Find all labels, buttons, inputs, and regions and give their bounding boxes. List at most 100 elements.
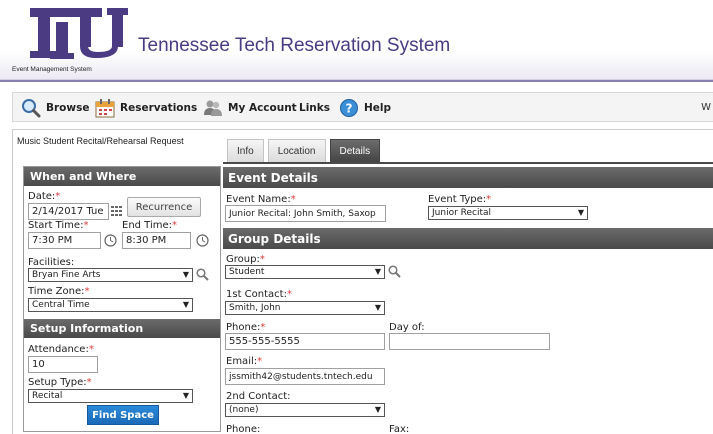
- tab-details[interactable]: Details: [329, 139, 381, 162]
- main-nav: Browse Reservations My Account Links ? H…: [12, 92, 713, 122]
- tab-info[interactable]: Info: [227, 139, 264, 162]
- site-title: Tennessee Tech Reservation System: [138, 35, 451, 56]
- required-marker: *: [83, 220, 89, 231]
- facilities-search-icon[interactable]: [196, 268, 209, 281]
- facilities-value: Bryan Fine Arts: [32, 270, 101, 280]
- required-marker: *: [86, 377, 92, 388]
- setup-info-heading: Setup Information: [24, 319, 220, 338]
- nav-reservations[interactable]: Reservations: [95, 97, 197, 119]
- timezone-label: Time Zone:*: [28, 286, 89, 297]
- request-name: Music Student Recital/Rehearsal Request: [17, 136, 184, 146]
- app-header: Event Management System Tennessee Tech R…: [0, 0, 713, 80]
- email-label: Email:*: [226, 356, 262, 367]
- attendance-label: Attendance:*: [28, 344, 94, 355]
- attendance-field[interactable]: 10: [28, 356, 98, 373]
- required-marker: *: [172, 220, 178, 231]
- date-label-text: Date:: [28, 191, 56, 202]
- timezone-select[interactable]: Central Time ▼: [28, 298, 193, 312]
- end-time-label-text: End Time:: [122, 220, 173, 231]
- nav-cut-text: W: [701, 102, 711, 113]
- email-field[interactable]: jssmith42@students.tntech.edu: [225, 368, 385, 385]
- contact1-select[interactable]: Smith, John ▼: [225, 301, 385, 315]
- tab-divider: [223, 162, 713, 164]
- contact2-select[interactable]: (none) ▼: [225, 403, 385, 417]
- dropdown-arrow-icon: ▼: [182, 270, 189, 279]
- date-label: Date:*: [28, 191, 60, 202]
- date-field[interactable]: 2/14/2017 Tue: [28, 203, 109, 220]
- magnifier-icon: [22, 99, 41, 118]
- required-marker: *: [55, 191, 61, 202]
- required-marker: *: [257, 356, 263, 367]
- start-time-field[interactable]: 7:30 PM: [28, 232, 101, 249]
- date-picker-icon[interactable]: [111, 206, 122, 216]
- event-type-label: Event Type:*: [428, 194, 491, 205]
- required-marker: *: [259, 254, 265, 265]
- group-select[interactable]: Student ▼: [225, 265, 385, 279]
- group-label-text: Group:: [226, 254, 260, 265]
- required-marker: *: [290, 194, 296, 205]
- when-where-heading: When and Where: [24, 167, 220, 186]
- start-time-clock-icon[interactable]: [104, 234, 117, 247]
- recurrence-button[interactable]: Recurrence: [127, 197, 201, 217]
- event-type-label-text: Event Type:: [428, 194, 487, 205]
- email-label-text: Email:: [226, 356, 258, 367]
- nav-links-label: Links: [299, 102, 330, 114]
- start-time-label-text: Start Time:: [28, 220, 84, 231]
- header-divider: [0, 80, 713, 82]
- dropdown-arrow-icon: ▼: [374, 303, 381, 312]
- dropdown-arrow-icon: ▼: [374, 405, 381, 414]
- dayof-label: Day of:: [389, 322, 425, 333]
- fax-label: Fax:: [389, 424, 410, 434]
- required-marker: *: [260, 322, 266, 333]
- help-icon: ?: [340, 99, 358, 117]
- end-time-field[interactable]: 8:30 PM: [122, 232, 191, 249]
- facilities-select[interactable]: Bryan Fine Arts ▼: [28, 268, 193, 282]
- dropdown-arrow-icon: ▼: [182, 300, 189, 309]
- setup-type-value: Recital: [32, 391, 63, 401]
- event-name-field[interactable]: Junior Recital: John Smith, Saxop: [225, 205, 386, 222]
- phone-label-text: Phone:: [226, 322, 261, 333]
- attendance-label-text: Attendance:: [28, 344, 89, 355]
- nav-help[interactable]: ? Help: [339, 97, 391, 119]
- event-details-heading: Event Details: [223, 167, 713, 188]
- calendar-icon: [95, 99, 115, 118]
- ttu-logo-icon: [30, 8, 128, 59]
- dropdown-arrow-icon: ▼: [577, 208, 584, 217]
- contact2-label: 2nd Contact:: [226, 391, 291, 402]
- contact1-label: 1st Contact:*: [226, 289, 292, 300]
- facilities-label: Facilities:: [28, 257, 75, 268]
- phone2-label: Phone:: [226, 424, 261, 434]
- detail-tabs: Info Location Details: [227, 139, 381, 162]
- setup-type-label: Setup Type:*: [28, 377, 92, 388]
- contact1-label-text: 1st Contact:: [226, 289, 287, 300]
- phone-field[interactable]: 555-555-5555: [225, 333, 385, 350]
- nav-my-account[interactable]: My Account: [203, 97, 297, 119]
- nav-help-label: Help: [364, 102, 392, 114]
- setup-type-label-text: Setup Type:: [28, 377, 87, 388]
- end-time-label: End Time:*: [122, 220, 177, 231]
- logo-subtitle: Event Management System: [12, 66, 92, 73]
- required-marker: *: [84, 286, 90, 297]
- group-details-heading: Group Details: [223, 228, 713, 249]
- users-icon: [204, 100, 222, 116]
- tab-location[interactable]: Location: [267, 139, 326, 162]
- setup-type-select[interactable]: Recital ▼: [28, 389, 193, 403]
- dayof-field[interactable]: [389, 333, 550, 350]
- timezone-value: Central Time: [32, 300, 90, 310]
- event-type-select[interactable]: Junior Recital ▼: [428, 206, 588, 220]
- end-time-clock-icon[interactable]: [196, 234, 209, 247]
- nav-links[interactable]: Links: [299, 97, 330, 119]
- find-space-button[interactable]: Find Space: [87, 405, 159, 425]
- nav-browse[interactable]: Browse: [21, 97, 89, 119]
- svg-text:?: ?: [346, 102, 353, 116]
- nav-my-account-label: My Account: [228, 102, 297, 114]
- nav-browse-label: Browse: [46, 102, 90, 114]
- required-marker: *: [88, 344, 94, 355]
- required-marker: *: [286, 289, 292, 300]
- dropdown-arrow-icon: ▼: [182, 391, 189, 400]
- dropdown-arrow-icon: ▼: [374, 267, 381, 276]
- group-search-icon[interactable]: [388, 265, 401, 278]
- start-time-label: Start Time:*: [28, 220, 88, 231]
- event-name-label-text: Event Name:: [226, 194, 291, 205]
- event-type-value: Junior Recital: [432, 208, 492, 218]
